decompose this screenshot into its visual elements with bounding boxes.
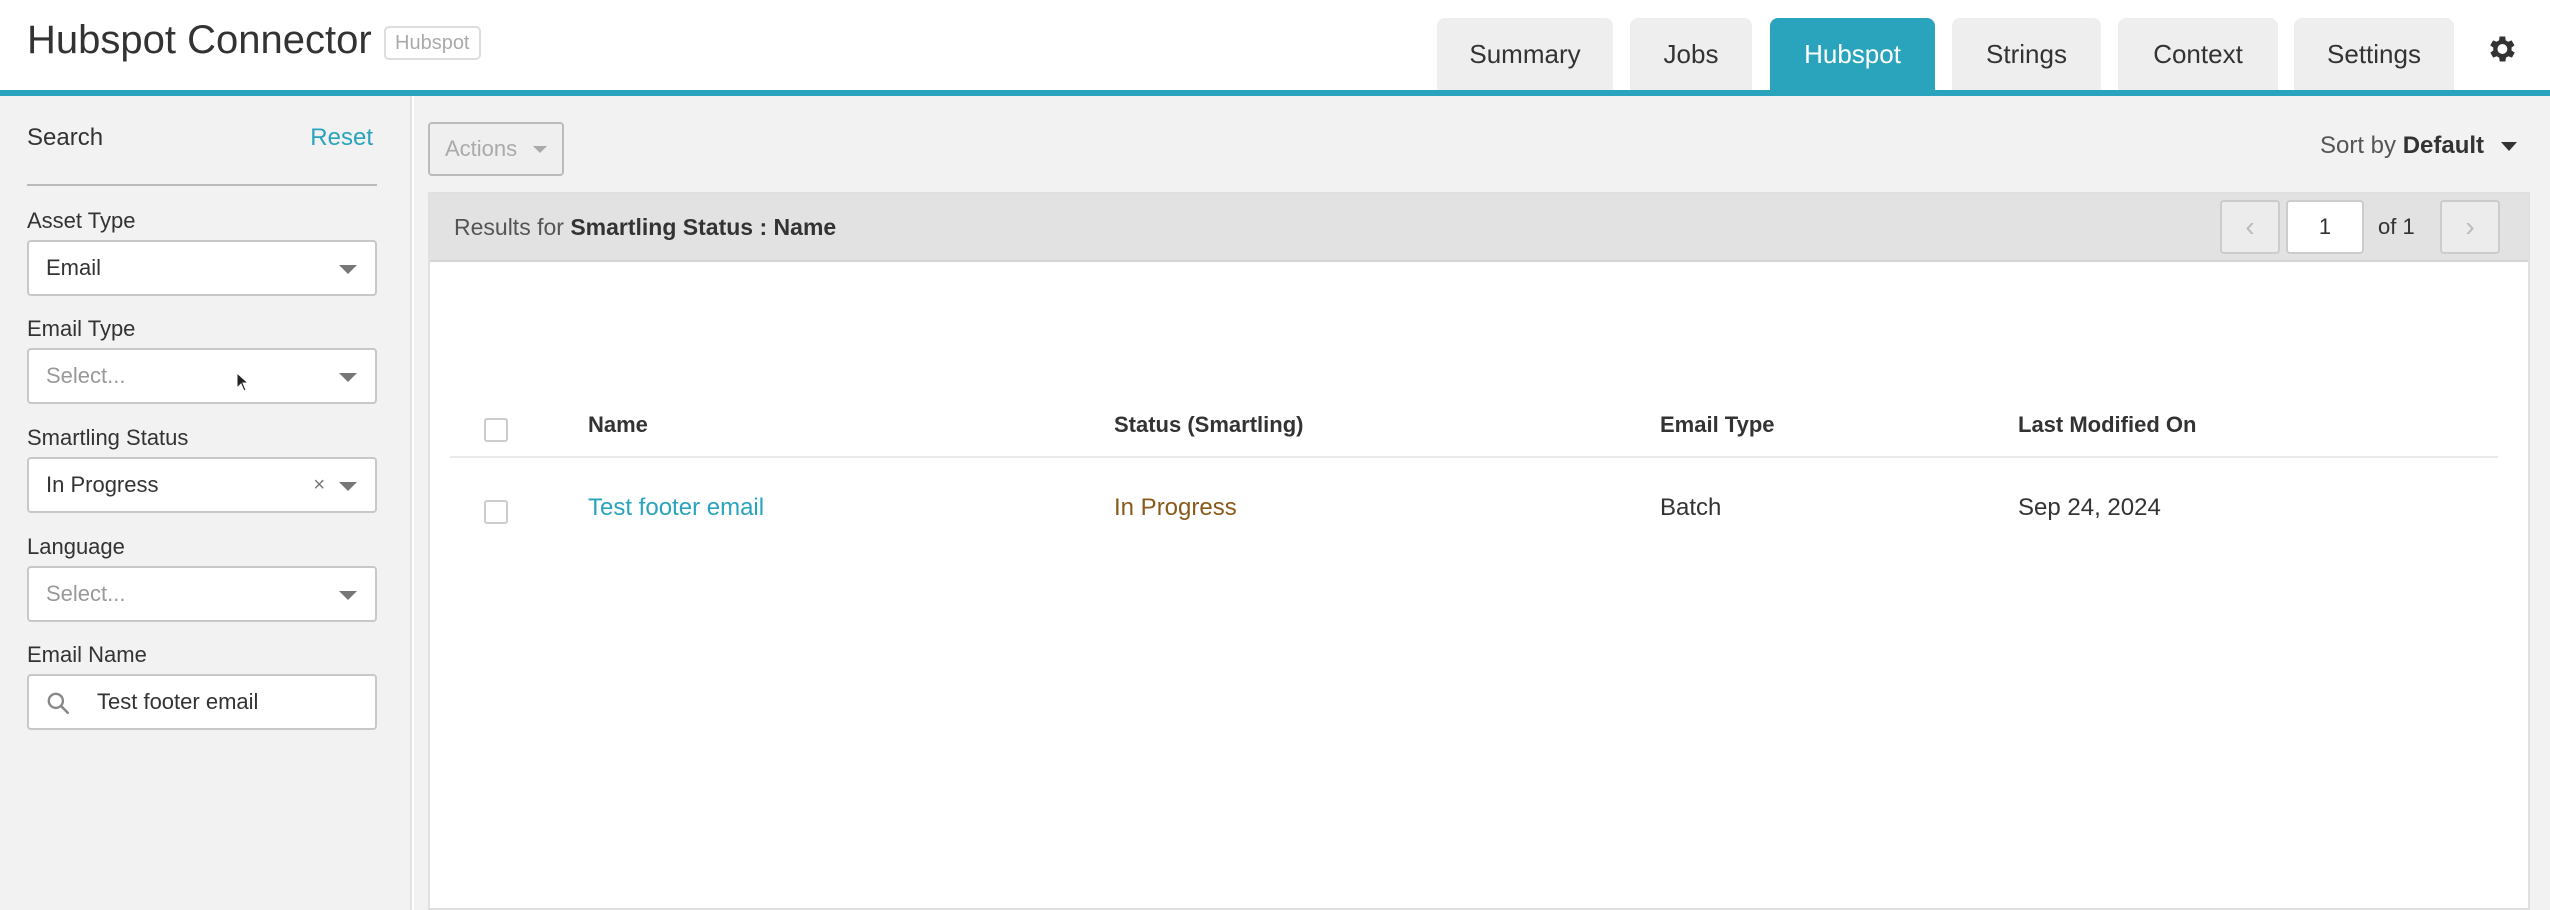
- results-filter-value: Name: [773, 214, 837, 240]
- status-value: In Progress: [1114, 494, 1237, 521]
- tab-strings[interactable]: Strings: [1952, 18, 2101, 90]
- email-type-select[interactable]: Select...: [27, 348, 377, 404]
- page-total: of 1: [2378, 214, 2415, 239]
- search-heading: Search: [27, 124, 104, 151]
- column-header-status[interactable]: Status (Smartling): [1114, 412, 1303, 438]
- chevron-down-icon: [339, 265, 357, 274]
- divider: [450, 456, 2498, 458]
- results-panel: Results for Smartling Status : Name ‹ 1 …: [428, 192, 2530, 910]
- tab-context[interactable]: Context: [2118, 18, 2278, 90]
- connector-badge: Hubspot: [384, 26, 481, 60]
- tab-jobs[interactable]: Jobs: [1630, 18, 1752, 90]
- chevron-down-icon: [339, 373, 357, 382]
- app-header: Hubspot Connector Hubspot Summary Jobs H…: [0, 0, 2550, 96]
- sort-value: Default: [2402, 132, 2485, 159]
- filter-sidebar: Search Reset Asset Type Email Email Type…: [0, 96, 412, 910]
- asset-type-value: Email: [46, 255, 102, 280]
- email-name-label: Email Name: [27, 642, 147, 667]
- results-prefix: Results for: [454, 214, 564, 240]
- mouse-cursor-icon: [236, 372, 250, 392]
- smartling-status-value: In Progress: [46, 472, 159, 497]
- asset-type-select[interactable]: Email: [27, 240, 377, 296]
- page-title: Hubspot Connector: [27, 18, 372, 62]
- results-separator: :: [759, 214, 768, 240]
- column-header-email-type[interactable]: Email Type: [1660, 412, 1775, 438]
- next-page-button[interactable]: ›: [2440, 200, 2500, 254]
- page-number-input[interactable]: 1: [2286, 200, 2364, 254]
- email-name-input[interactable]: Test footer email: [27, 674, 377, 730]
- gear-icon[interactable]: [2484, 32, 2518, 66]
- column-header-name[interactable]: Name: [588, 412, 648, 438]
- reset-link[interactable]: Reset: [310, 124, 373, 152]
- actions-label: Actions: [445, 136, 518, 161]
- email-type-placeholder: Select...: [46, 363, 126, 388]
- actions-button[interactable]: Actions: [428, 122, 564, 176]
- email-type-label: Email Type: [27, 316, 136, 341]
- clear-icon[interactable]: ×: [313, 459, 325, 511]
- tab-summary[interactable]: Summary: [1437, 18, 1613, 90]
- search-icon: [47, 692, 70, 715]
- language-label: Language: [27, 534, 125, 559]
- sort-dropdown[interactable]: Sort by Default: [2320, 132, 2550, 160]
- main-content: Actions Sort by Default Results for Smar…: [414, 96, 2550, 910]
- chevron-down-icon: [2500, 142, 2517, 152]
- last-modified-value: Sep 24, 2024: [2018, 494, 2161, 521]
- prev-page-button[interactable]: ‹: [2220, 200, 2280, 254]
- email-type-value: Batch: [1660, 494, 1722, 521]
- smartling-status-label: Smartling Status: [27, 425, 189, 450]
- column-header-last-modified[interactable]: Last Modified On: [2018, 412, 2196, 438]
- results-summary: Results for Smartling Status : Name: [454, 214, 836, 241]
- smartling-status-select[interactable]: In Progress ×: [27, 457, 377, 513]
- email-name-link[interactable]: Test footer email: [588, 494, 764, 522]
- divider: [27, 184, 377, 186]
- chevron-down-icon: [339, 482, 357, 491]
- results-filter-field: Smartling Status: [570, 214, 754, 240]
- sort-label: Sort by: [2320, 132, 2397, 159]
- select-all-checkbox[interactable]: [484, 418, 508, 442]
- row-checkbox[interactable]: [484, 500, 508, 524]
- tab-hubspot[interactable]: Hubspot: [1770, 18, 1935, 96]
- email-name-value: Test footer email: [97, 689, 259, 714]
- chevron-down-icon: [533, 146, 547, 153]
- asset-type-label: Asset Type: [27, 208, 136, 233]
- tab-settings[interactable]: Settings: [2294, 18, 2454, 90]
- language-select[interactable]: Select...: [27, 566, 377, 622]
- language-placeholder: Select...: [46, 581, 126, 606]
- results-bar: Results for Smartling Status : Name ‹ 1 …: [430, 194, 2528, 262]
- chevron-down-icon: [339, 591, 357, 600]
